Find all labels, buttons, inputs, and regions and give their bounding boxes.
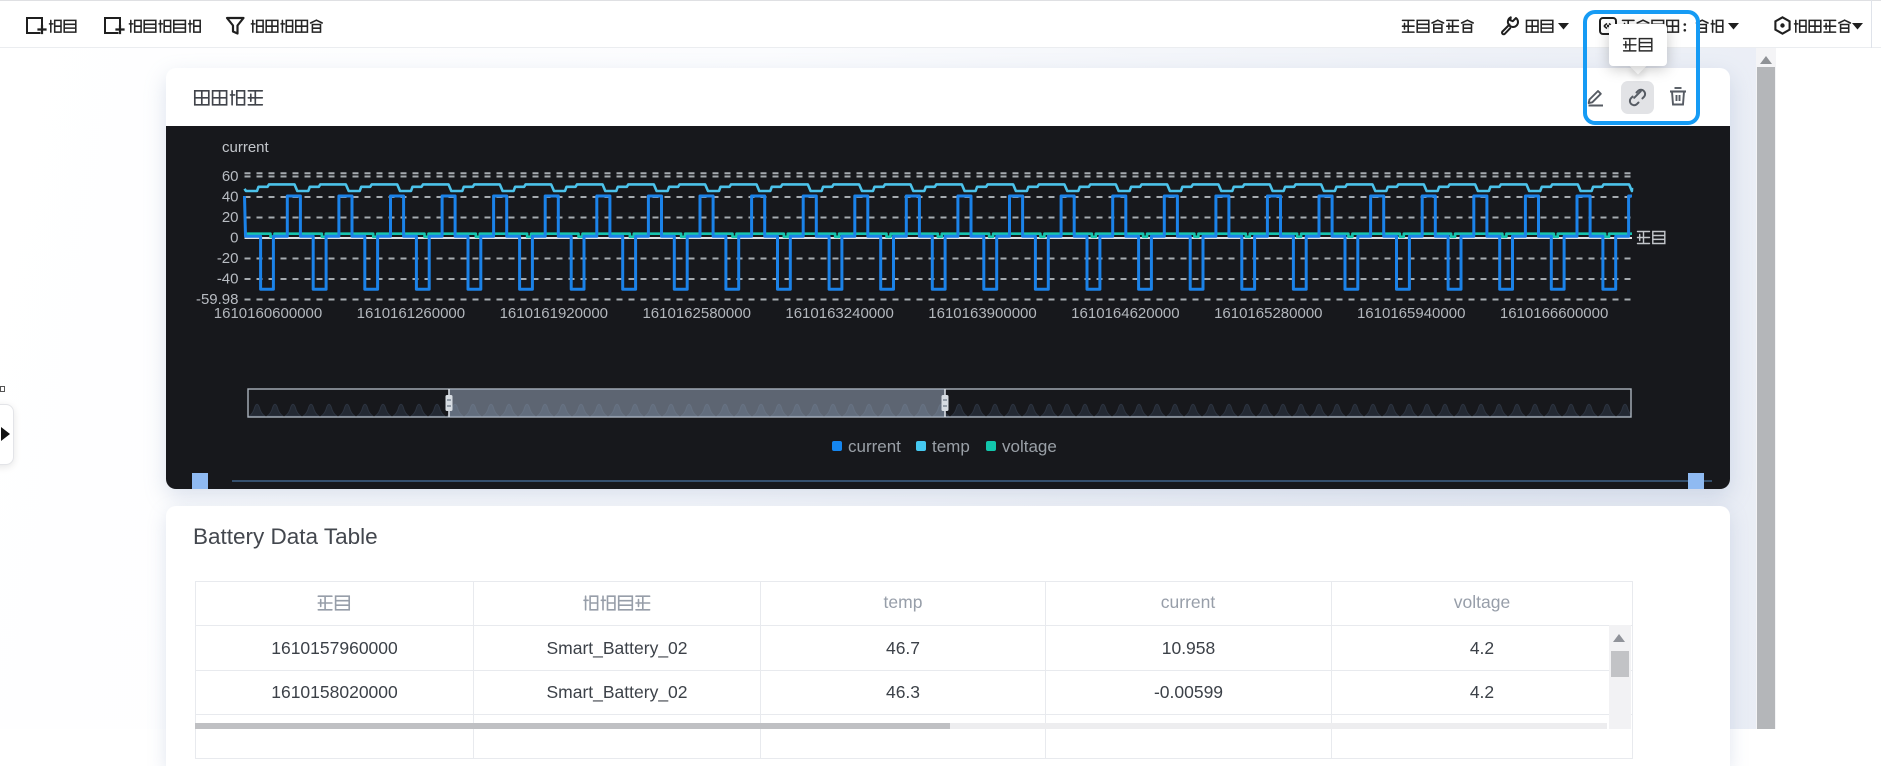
svg-text:current: current bbox=[222, 139, 270, 156]
svg-text:40: 40 bbox=[222, 189, 239, 206]
svg-text:1610166600000: 1610166600000 bbox=[1500, 305, 1608, 322]
svg-text:temp: temp bbox=[884, 592, 923, 612]
svg-text:1610161920000: 1610161920000 bbox=[500, 305, 608, 322]
svg-text:1610161260000: 1610161260000 bbox=[357, 305, 465, 322]
svg-text:60: 60 bbox=[222, 168, 239, 185]
svg-text:1610165280000: 1610165280000 bbox=[1214, 305, 1322, 322]
svg-text:1610162580000: 1610162580000 bbox=[642, 305, 750, 322]
svg-text:1610160600000: 1610160600000 bbox=[214, 305, 322, 322]
svg-text:voltage: voltage bbox=[1002, 437, 1057, 456]
svg-text:temp: temp bbox=[932, 437, 970, 456]
svg-text:20: 20 bbox=[222, 209, 239, 226]
svg-text:1610165940000: 1610165940000 bbox=[1357, 305, 1465, 322]
svg-text:-40: -40 bbox=[217, 271, 239, 288]
svg-text:Battery Data Table: Battery Data Table bbox=[193, 524, 378, 549]
svg-text:current: current bbox=[1161, 592, 1216, 612]
svg-text:voltage: voltage bbox=[1454, 592, 1510, 612]
svg-text:current: current bbox=[848, 437, 901, 456]
svg-text:1610163240000: 1610163240000 bbox=[785, 305, 893, 322]
svg-text:1610163900000: 1610163900000 bbox=[928, 305, 1036, 322]
svg-text:0: 0 bbox=[230, 230, 238, 247]
svg-text:1610164620000: 1610164620000 bbox=[1071, 305, 1179, 322]
svg-text:-20: -20 bbox=[217, 250, 239, 267]
